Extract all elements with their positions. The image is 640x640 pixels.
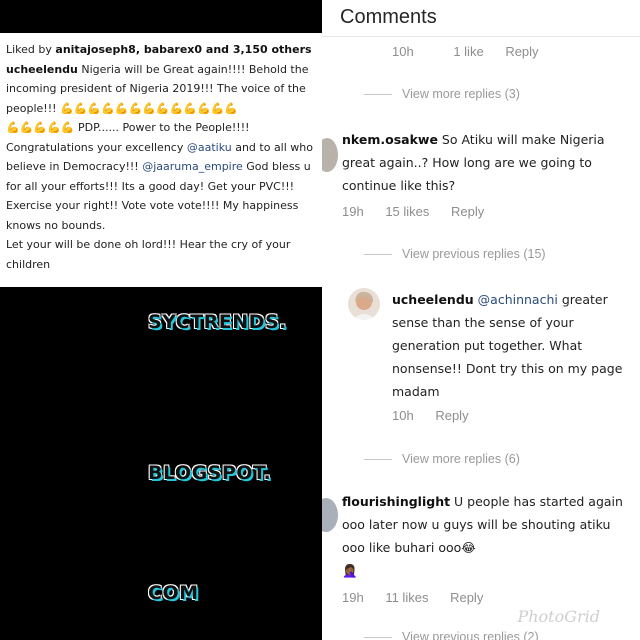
- view-previous-replies-2[interactable]: View previous replies (2): [364, 630, 539, 640]
- comment-flourishinglight: flourishinglight U people has started ag…: [342, 490, 634, 582]
- mention-link-achinnachi[interactable]: @achinnachi: [478, 292, 558, 307]
- comment-likes-link[interactable]: 1 like: [453, 44, 483, 59]
- view-previous-replies-label: View previous replies (15): [402, 247, 546, 261]
- avatar-partial[interactable]: [322, 498, 338, 532]
- comment-time: 19h: [342, 590, 364, 605]
- comments-panel: Comments 10h 1 like Reply View more repl…: [322, 0, 640, 640]
- reply-button[interactable]: Reply: [505, 44, 538, 59]
- comment-username-link[interactable]: flourishinglight: [342, 494, 450, 509]
- liked-by-prefix: Liked by: [6, 43, 56, 56]
- view-more-replies-label: View more replies (6): [402, 452, 520, 466]
- liker-link-1[interactable]: anitajoseph8: [55, 43, 135, 56]
- view-more-replies-label: View more replies (3): [402, 87, 520, 101]
- comment-likes-link[interactable]: 11 likes: [385, 590, 428, 605]
- post-caption-card: Liked by anitajoseph8, babarex0 and 3,15…: [0, 33, 322, 287]
- comment-username-link[interactable]: nkem.osakwe: [342, 132, 438, 147]
- mention-link-jaaruma[interactable]: @jaaruma_empire: [142, 160, 243, 173]
- flex-emoji-row-2: 💪💪💪💪💪: [6, 121, 75, 134]
- reply-button[interactable]: Reply: [450, 590, 483, 605]
- comment-meta-top: 10h 1 like Reply: [392, 44, 557, 59]
- comments-header: Comments: [322, 0, 640, 37]
- view-previous-replies-label: View previous replies (2): [402, 630, 539, 640]
- laughing-emoji-icon: 😂: [461, 540, 476, 555]
- divider-line: [364, 253, 392, 255]
- watermark-stamp-1: SYCTRENDS.: [148, 311, 287, 333]
- mention-link-aatiku[interactable]: @aatiku: [187, 141, 232, 154]
- comment-username-link[interactable]: ucheelendu: [392, 292, 474, 307]
- avatar-partial[interactable]: [322, 138, 338, 172]
- comment-meta-ucheelendu: 10h Reply: [392, 408, 487, 423]
- comment-nkem: nkem.osakwe So Atiku will make Nigeria g…: [342, 128, 632, 197]
- reply-button[interactable]: Reply: [451, 204, 484, 219]
- liker-separator: ,: [135, 43, 144, 56]
- caption-text-5: Let your will be done oh lord!!! Hear th…: [6, 238, 291, 271]
- avatar[interactable]: [348, 288, 380, 320]
- likes-count-link[interactable]: and 3,150 others: [202, 43, 312, 56]
- post-caption: Liked by anitajoseph8, babarex0 and 3,15…: [6, 40, 318, 274]
- comments-title: Comments: [340, 6, 437, 28]
- comment-time: 10h: [392, 408, 414, 423]
- comment-time: 10h: [392, 44, 414, 59]
- comment-likes-link[interactable]: 15 likes: [385, 204, 429, 219]
- comment-meta-nkem: 19h 15 likes Reply: [342, 204, 502, 219]
- watermark-stamp-2: BLOGSPOT.: [148, 462, 272, 484]
- left-panel: Liked by anitajoseph8, babarex0 and 3,15…: [0, 0, 322, 640]
- divider-line: [364, 636, 392, 638]
- divider-line: [364, 93, 392, 95]
- reply-button[interactable]: Reply: [435, 408, 468, 423]
- liker-link-2[interactable]: babarex0: [144, 43, 202, 56]
- view-more-replies-1[interactable]: View more replies (3): [364, 87, 520, 101]
- post-author-link[interactable]: ucheelendu: [6, 63, 78, 76]
- comment-time: 19h: [342, 204, 364, 219]
- watermark-stamp-3: COM: [148, 582, 199, 604]
- avatar-image: [348, 288, 380, 320]
- photogrid-watermark: PhotoGrid: [517, 607, 600, 626]
- comment-text: greater sense than the sense of your gen…: [392, 292, 623, 399]
- view-previous-replies-1[interactable]: View previous replies (15): [364, 247, 546, 261]
- comment-ucheelendu: ucheelendu @achinnachi greater sense tha…: [392, 288, 632, 403]
- flex-emoji-row-1: 💪💪💪💪💪💪💪💪💪💪💪💪💪: [60, 101, 239, 115]
- comment-meta-flourishinglight: 19h 11 likes Reply: [342, 590, 501, 605]
- facepalm-emoji-icon: 🤦🏾‍♀️: [342, 563, 358, 578]
- view-more-replies-2[interactable]: View more replies (6): [364, 452, 520, 466]
- divider-line: [364, 458, 392, 460]
